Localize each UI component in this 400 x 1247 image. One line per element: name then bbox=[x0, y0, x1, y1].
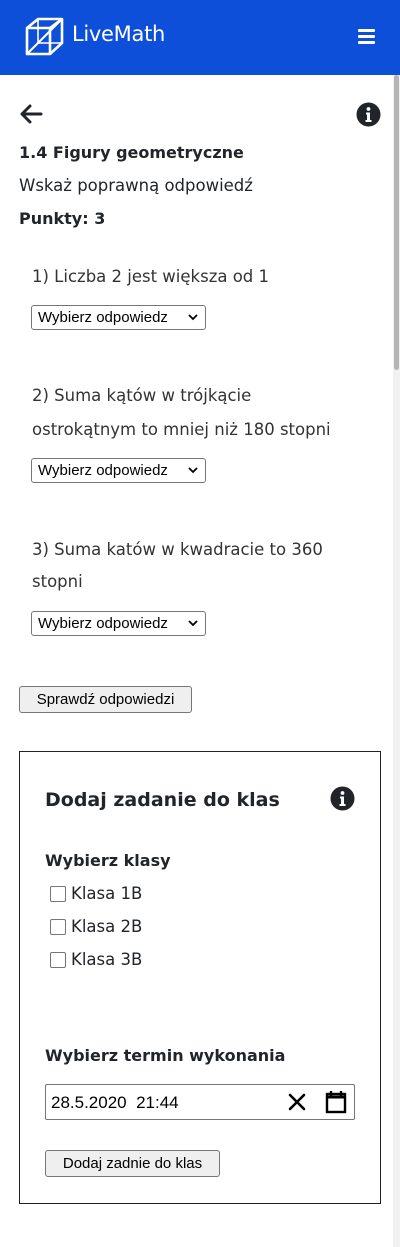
check-answers-button[interactable]: Sprawdź odpowiedzi bbox=[19, 686, 192, 713]
chevron-down-icon bbox=[188, 314, 198, 321]
class-3b-checkbox[interactable] bbox=[50, 952, 66, 968]
deadline-value: 28.5.2020 21:44 bbox=[51, 1093, 179, 1112]
chevron-down-icon bbox=[188, 467, 198, 474]
class-1b-label[interactable]: Klasa 1B bbox=[71, 884, 142, 904]
assign-panel-title: Dodaj zadanie do klas bbox=[45, 789, 280, 811]
question-2-select[interactable]: Wybierz odpowiedz bbox=[31, 458, 206, 483]
question-2-text-line-2: ostrokątnym to mniej niż 180 stopni bbox=[32, 420, 331, 439]
question-1-text: 1) Liczba 2 jest większa od 1 bbox=[32, 267, 270, 286]
class-1b-checkbox[interactable] bbox=[50, 886, 66, 902]
question-2-text-line-1: 2) Suma kątów w trójkącie bbox=[32, 386, 252, 405]
assign-panel bbox=[19, 751, 381, 1204]
classes-label: Wybierz klasy bbox=[45, 851, 171, 870]
hamburger-menu-icon[interactable] bbox=[358, 29, 375, 44]
question-3-select[interactable]: Wybierz odpowiedz bbox=[31, 611, 206, 636]
add-task-to-classes-button[interactable]: Dodaj zadnie do klas bbox=[45, 1150, 220, 1177]
logo-cube-icon[interactable] bbox=[24, 16, 70, 58]
question-3-select-value: Wybierz odpowiedz bbox=[38, 615, 168, 632]
task-points: Punkty: 3 bbox=[19, 209, 106, 228]
question-1-select-value: Wybierz odpowiedz bbox=[38, 309, 168, 326]
info-icon[interactable] bbox=[356, 102, 381, 127]
question-1-select[interactable]: Wybierz odpowiedz bbox=[31, 305, 206, 330]
class-3b-label[interactable]: Klasa 3B bbox=[71, 950, 142, 970]
class-2b-checkbox[interactable] bbox=[50, 919, 66, 935]
question-3-text-line-2: stopni bbox=[32, 572, 83, 591]
class-2b-label[interactable]: Klasa 2B bbox=[71, 917, 142, 937]
task-instruction: Wskaż poprawną odpowiedź bbox=[19, 176, 253, 195]
chevron-down-icon bbox=[188, 620, 198, 627]
question-2-select-value: Wybierz odpowiedz bbox=[38, 462, 168, 479]
calendar-icon[interactable] bbox=[325, 1089, 347, 1115]
task-title: 1.4 Figury geometryczne bbox=[19, 143, 244, 162]
scrollbar-thumb[interactable] bbox=[394, 75, 399, 370]
deadline-label: Wybierz termin wykonania bbox=[45, 1046, 286, 1065]
clear-x-icon[interactable] bbox=[288, 1093, 306, 1111]
deadline-datetime-input[interactable]: 28.5.2020 21:44 bbox=[45, 1084, 355, 1120]
brand-name[interactable]: LiveMath bbox=[72, 22, 165, 46]
scrollbar[interactable] bbox=[393, 75, 400, 1247]
info-icon[interactable] bbox=[330, 786, 355, 811]
back-arrow-icon[interactable] bbox=[19, 103, 43, 125]
app-header: LiveMath bbox=[0, 0, 400, 75]
question-3-text-line-1: 3) Suma katów w kwadracie to 360 bbox=[32, 540, 323, 559]
